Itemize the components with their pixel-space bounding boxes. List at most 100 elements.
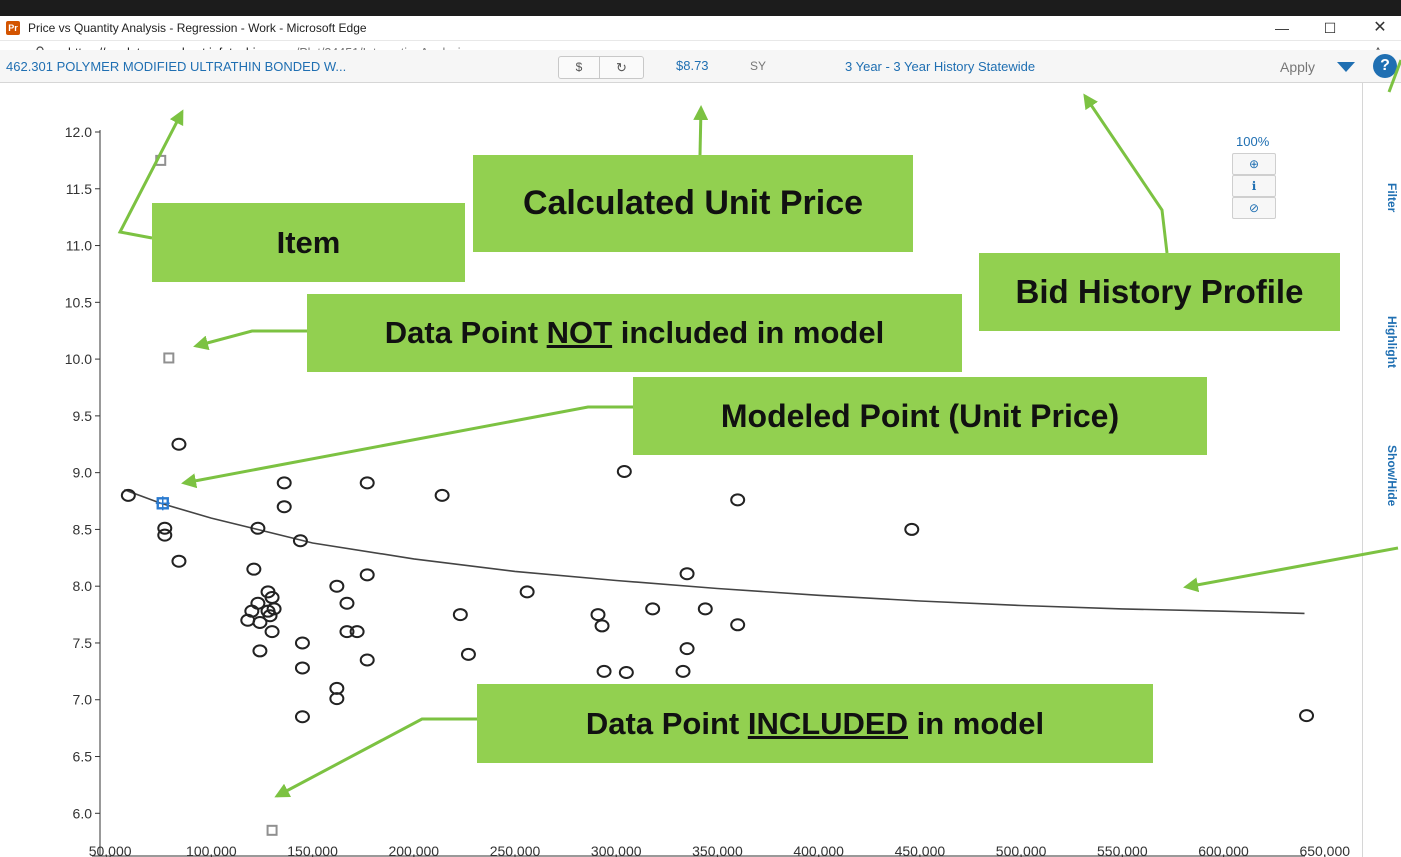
included-data-point xyxy=(697,602,713,616)
excluded-data-point xyxy=(163,352,175,364)
callout-included-post: in model xyxy=(908,706,1045,741)
regression-curve xyxy=(124,488,1305,615)
included-data-point xyxy=(171,437,187,451)
x-tick-label: 450,000 xyxy=(895,843,946,857)
callout-item: Item xyxy=(152,203,465,282)
chevron-down-icon[interactable] xyxy=(1337,62,1355,72)
zoom-level: 100% xyxy=(1236,134,1270,149)
tab-highlight[interactable]: Highlight xyxy=(1385,316,1399,368)
included-data-point xyxy=(675,664,691,678)
minimize-button[interactable]: — xyxy=(1262,18,1302,38)
y-tick-label: 12.0 xyxy=(65,124,92,140)
included-data-point xyxy=(157,528,173,542)
callout-modeled-point: Modeled Point (Unit Price) xyxy=(633,377,1207,455)
app-icon: Pr xyxy=(6,21,20,35)
right-sidebar: Filter Highlight Show/Hide xyxy=(1362,83,1401,857)
included-data-point xyxy=(359,568,375,582)
y-tick-label: 9.0 xyxy=(73,465,93,481)
y-tick-label: 9.5 xyxy=(73,408,93,424)
x-tick-label: 100,000 xyxy=(186,843,237,857)
app-root: Pr Price vs Quantity Analysis - Regressi… xyxy=(0,0,1401,857)
item-title[interactable]: 462.301 POLYMER MODIFIED ULTRATHIN BONDE… xyxy=(6,59,346,74)
x-tick-label: 300,000 xyxy=(591,843,642,857)
included-data-point xyxy=(519,585,535,599)
close-button[interactable]: ✕ xyxy=(1360,18,1400,38)
title-bar: Pr Price vs Quantity Analysis - Regressi… xyxy=(0,16,1401,41)
zoom-in-button[interactable]: ⊕ xyxy=(1232,153,1276,175)
included-data-point xyxy=(904,522,920,536)
x-tick-label: 500,000 xyxy=(996,843,1047,857)
callout-included-em: INCLUDED xyxy=(747,706,908,741)
included-data-point xyxy=(679,642,695,656)
included-data-point xyxy=(452,608,468,622)
y-tick-label: 11.0 xyxy=(66,238,92,254)
y-tick-label: 8.5 xyxy=(73,521,93,537)
bid-history-profile[interactable]: 3 Year - 3 Year History Statewide xyxy=(845,59,1035,74)
callout-bid-history: Bid History Profile xyxy=(979,253,1340,331)
maximize-button[interactable]: ☐ xyxy=(1310,18,1350,38)
x-tick-label: 50,000 xyxy=(89,843,132,857)
price-button-group: $ ↻ xyxy=(558,56,644,79)
tab-show-hide[interactable]: Show/Hide xyxy=(1385,445,1399,506)
tab-filter[interactable]: Filter xyxy=(1385,183,1399,212)
info-button[interactable]: ℹ xyxy=(1232,175,1276,197)
excluded-data-point xyxy=(155,154,167,166)
callout-included: Data Point INCLUDED in model xyxy=(477,684,1153,763)
callout-calculated-price: Calculated Unit Price xyxy=(473,155,913,252)
y-tick-label: 7.0 xyxy=(73,692,93,708)
included-data-point xyxy=(1299,709,1315,723)
included-data-point xyxy=(730,618,746,632)
callout-not-included-em: NOT xyxy=(546,315,613,350)
y-tick-label: 6.0 xyxy=(73,805,93,821)
y-tick-label: 10.0 xyxy=(65,351,92,367)
apply-button[interactable]: Apply xyxy=(1280,59,1315,75)
y-tick-label: 6.5 xyxy=(73,749,93,765)
y-tick-label: 8.0 xyxy=(73,578,93,594)
x-tick-label: 400,000 xyxy=(793,843,844,857)
y-tick-label: 11.5 xyxy=(66,181,92,197)
x-tick-label: 650,000 xyxy=(1299,843,1350,857)
included-data-point xyxy=(679,567,695,581)
y-tick-label: 10.5 xyxy=(65,294,92,310)
included-data-point xyxy=(645,602,661,616)
y-tick-label: 7.5 xyxy=(73,635,93,651)
included-data-point xyxy=(294,661,310,675)
help-icon[interactable]: ? xyxy=(1373,54,1397,78)
excluded-data-point xyxy=(266,824,278,836)
callout-included-pre: Data Point xyxy=(585,706,748,741)
calculated-unit-price: $8.73 xyxy=(676,58,709,73)
callout-not-included: Data Point NOT included in model xyxy=(307,294,962,372)
included-data-point xyxy=(460,647,476,661)
included-data-point xyxy=(618,665,634,679)
included-data-point xyxy=(276,500,292,514)
unit-label: SY xyxy=(750,59,767,73)
included-data-point xyxy=(294,636,310,650)
x-tick-label: 350,000 xyxy=(692,843,743,857)
included-data-point xyxy=(730,493,746,507)
analysis-toolbar: 462.301 POLYMER MODIFIED ULTRATHIN BONDE… xyxy=(0,50,1401,83)
x-tick-label: 250,000 xyxy=(490,843,541,857)
included-data-point xyxy=(596,664,612,678)
refresh-button[interactable]: ↻ xyxy=(600,57,643,78)
x-tick-label: 200,000 xyxy=(388,843,439,857)
included-data-point xyxy=(276,476,292,490)
included-data-point xyxy=(616,465,632,479)
reset-button[interactable]: ⊘ xyxy=(1232,197,1276,219)
x-tick-label: 150,000 xyxy=(287,843,338,857)
included-data-point xyxy=(590,608,606,622)
included-data-point xyxy=(246,562,262,576)
included-data-point xyxy=(359,653,375,667)
included-data-point xyxy=(171,554,187,568)
included-data-point xyxy=(359,476,375,490)
included-data-point xyxy=(434,488,450,502)
included-data-point xyxy=(339,596,355,610)
x-tick-label: 600,000 xyxy=(1198,843,1249,857)
included-data-point xyxy=(594,619,610,633)
callout-not-included-post: included in model xyxy=(612,315,885,350)
included-data-point xyxy=(252,644,268,658)
dollar-button[interactable]: $ xyxy=(559,57,600,78)
included-data-point xyxy=(329,579,345,593)
window-title: Price vs Quantity Analysis - Regression … xyxy=(28,21,367,35)
included-data-point xyxy=(294,710,310,724)
x-tick-label: 550,000 xyxy=(1097,843,1148,857)
